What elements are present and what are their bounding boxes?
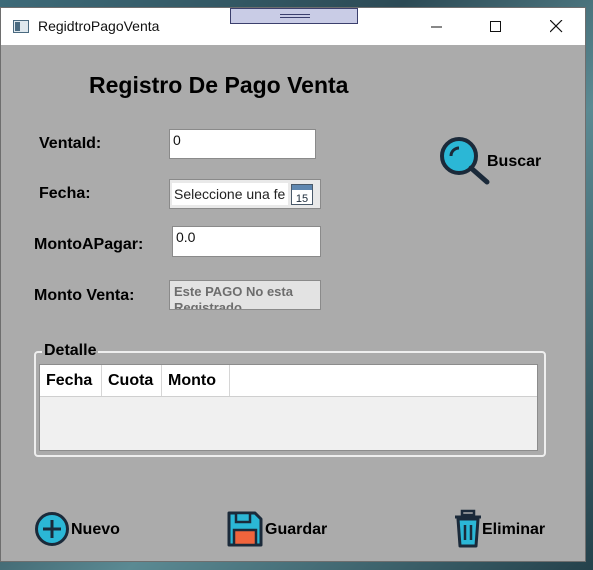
monto-venta-label: Monto Venta: (34, 287, 135, 304)
close-icon (549, 20, 562, 33)
detalle-title: Detalle (42, 342, 99, 360)
monto-venta-display: Este PAGO No esta Registrado (169, 280, 321, 310)
eliminar-button[interactable]: Eliminar (482, 521, 545, 539)
app-icon (13, 20, 29, 33)
column-header-cuota[interactable]: Cuota (102, 365, 162, 396)
window-title: RegidtroPagoVenta (38, 18, 160, 34)
column-header-monto[interactable]: Monto (162, 365, 230, 396)
fecha-date-input[interactable]: Seleccione una fe (172, 183, 288, 205)
trash-icon[interactable] (452, 509, 484, 549)
monto-a-pagar-label: MontoAPagar: (34, 236, 144, 253)
minimize-icon (431, 26, 442, 27)
guardar-button[interactable]: Guardar (265, 521, 327, 539)
app-window: RegidtroPagoVenta Registro De Pago Venta… (0, 7, 586, 562)
minimize-button[interactable] (408, 8, 466, 45)
monto-a-pagar-input[interactable]: 0.0 (172, 226, 321, 257)
search-icon[interactable] (439, 136, 491, 186)
venta-id-input[interactable]: 0 (169, 129, 316, 159)
save-icon[interactable] (226, 510, 264, 548)
calendar-day: 15 (296, 193, 308, 205)
detalle-grid[interactable]: Fecha Cuota Monto (39, 364, 538, 451)
close-button[interactable] (527, 8, 585, 45)
maximize-icon (490, 20, 501, 32)
fecha-label: Fecha: (39, 185, 91, 202)
fecha-date-picker[interactable]: Seleccione una fe 15 (169, 179, 321, 209)
maximize-button[interactable] (467, 8, 525, 45)
grid-header: Fecha Cuota Monto (40, 365, 537, 397)
nuevo-button[interactable]: Nuevo (71, 521, 120, 539)
venta-id-label: VentaId: (39, 135, 102, 152)
add-icon[interactable] (34, 511, 70, 547)
buscar-button[interactable]: Buscar (487, 153, 541, 171)
calendar-icon[interactable]: 15 (291, 184, 313, 205)
form-heading: Registro De Pago Venta (89, 72, 349, 98)
window-drag-handle[interactable] (230, 8, 358, 24)
column-header-fecha[interactable]: Fecha (40, 365, 102, 396)
